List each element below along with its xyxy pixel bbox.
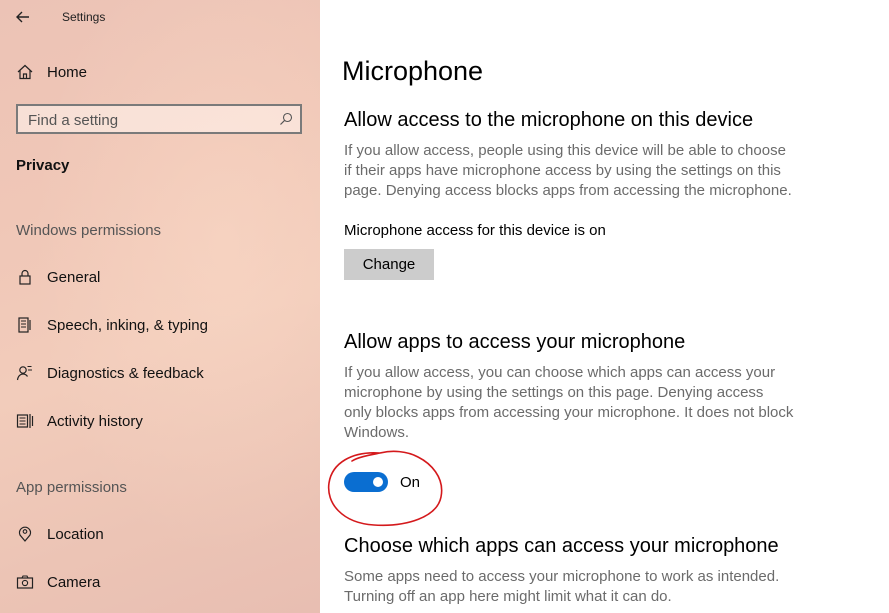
page-title: Microphone	[342, 56, 484, 86]
device-access-description: If you allow access, people using this d…	[344, 142, 792, 199]
choose-apps-description: Some apps need to access your microphone…	[344, 568, 780, 605]
toggle-state-label: On	[400, 474, 421, 491]
location-icon	[18, 526, 32, 542]
sidebar-item-label: General	[47, 269, 101, 286]
speech-icon	[18, 317, 31, 333]
sidebar-item-label: Home	[47, 64, 88, 81]
sidebar-item-home[interactable]: Home	[0, 53, 320, 93]
group-header-windows-permissions: Windows permissions	[16, 222, 162, 239]
search-input[interactable]	[26, 110, 270, 130]
title-bar: Settings	[0, 0, 320, 34]
main-content: Microphone Allow access to the microphon…	[320, 0, 889, 613]
device-access-heading: Allow access to the microphone on this d…	[344, 109, 754, 131]
choose-apps-heading: Choose which apps can access your microp…	[344, 535, 779, 557]
sidebar: Settings Home Privacy Windows permission…	[0, 0, 320, 613]
apps-access-description: If you allow access, you can choose whic…	[344, 364, 794, 441]
sidebar-item-label: Diagnostics & feedback	[47, 365, 204, 382]
back-arrow-icon	[16, 11, 29, 23]
home-icon	[17, 64, 33, 80]
app-title: Settings	[62, 10, 106, 24]
apps-access-heading: Allow apps to access your microphone	[344, 331, 686, 353]
search-icon[interactable]	[278, 111, 294, 127]
activity-history-icon	[16, 414, 34, 428]
sidebar-item-label: Speech, inking, & typing	[47, 317, 208, 334]
sidebar-item-activity-history[interactable]: Activity history	[0, 402, 320, 442]
back-button[interactable]	[10, 6, 36, 28]
change-button[interactable]: Change	[344, 249, 434, 280]
camera-icon	[16, 575, 34, 589]
sidebar-item-location[interactable]: Location	[0, 515, 320, 555]
diagnostics-icon	[16, 365, 32, 381]
section-title: Privacy	[16, 157, 70, 174]
group-header-app-permissions: App permissions	[16, 479, 127, 496]
sidebar-item-diagnostics[interactable]: Diagnostics & feedback	[0, 354, 320, 394]
sidebar-item-camera[interactable]: Camera	[0, 563, 320, 603]
sidebar-item-label: Location	[47, 526, 104, 543]
lock-icon	[19, 269, 31, 285]
sidebar-item-label: Camera	[47, 574, 101, 591]
sidebar-item-speech[interactable]: Speech, inking, & typing	[0, 306, 320, 346]
apps-access-toggle[interactable]	[344, 472, 388, 492]
search-box[interactable]	[16, 104, 302, 134]
sidebar-item-label: Activity history	[47, 413, 143, 430]
toggle-knob	[373, 477, 383, 487]
sidebar-item-general[interactable]: General	[0, 258, 320, 298]
device-access-status: Microphone access for this device is on	[344, 222, 606, 239]
